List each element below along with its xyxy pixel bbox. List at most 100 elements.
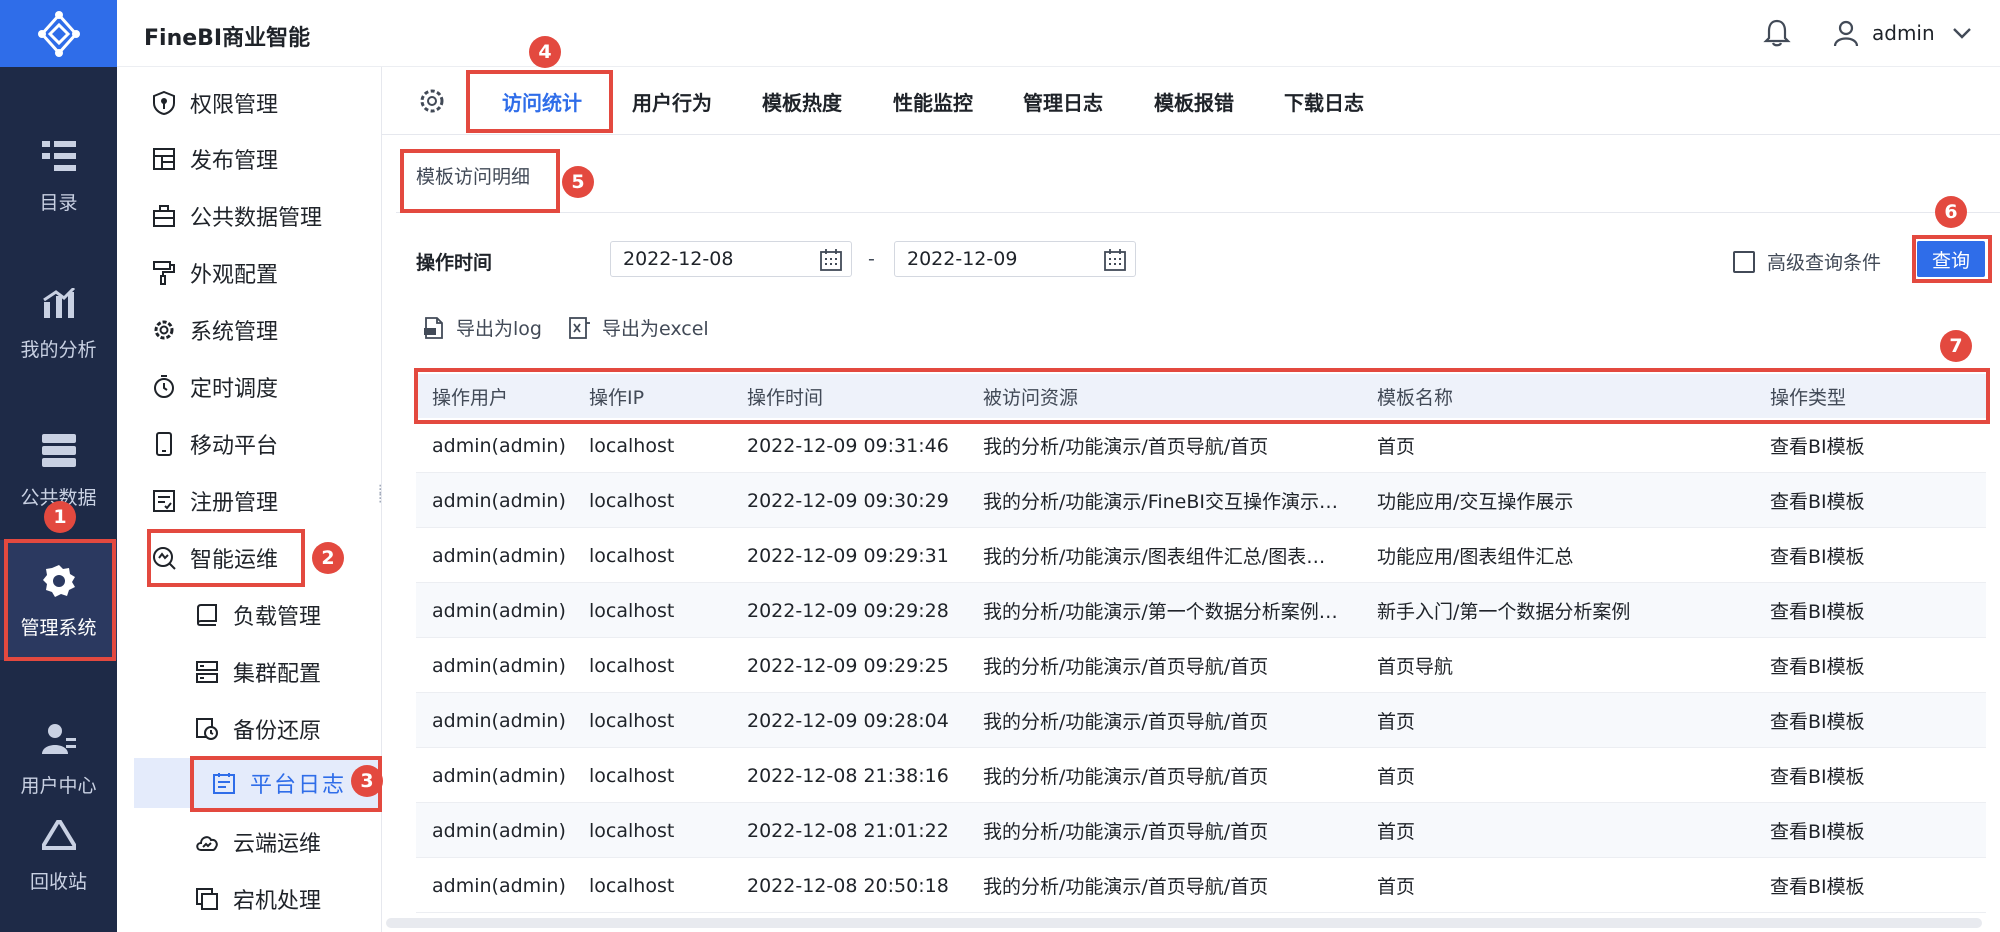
- database-icon: [39, 431, 79, 471]
- rail-item-catalog[interactable]: 目录: [0, 115, 117, 235]
- export-log-icon: [422, 316, 446, 340]
- table-cell: 2022-12-09 09:28:04: [747, 709, 949, 732]
- table-row[interactable]: admin(admin) localhost 2022-12-09 09:29:28…: [416, 583, 1986, 638]
- table-cell: 查看BI模板: [1770, 436, 1865, 458]
- table-cell: localhost: [589, 654, 675, 677]
- table-cell: 首页: [1377, 876, 1416, 898]
- sidebar-item-publish[interactable]: 发布管理: [117, 134, 382, 184]
- column-header[interactable]: 操作用户: [432, 374, 508, 418]
- settings-gear-icon[interactable]: [418, 87, 446, 115]
- divider: [396, 212, 2000, 213]
- column-header[interactable]: 被访问资源: [983, 374, 1078, 418]
- table-cell: 查看BI模板: [1770, 766, 1865, 788]
- tab-performance[interactable]: 性能监控: [893, 67, 973, 135]
- sidebar-item-schedule[interactable]: 定时调度: [117, 362, 382, 412]
- annotation-badge-1: 1: [44, 501, 76, 533]
- table-cell: localhost: [589, 874, 675, 897]
- sidebar-item-public-data-admin[interactable]: 公共数据管理: [117, 191, 382, 241]
- rail-label: 目录: [39, 191, 78, 214]
- table-cell: 我的分析/功能演示/图表组件汇总/图表…: [983, 546, 1326, 568]
- calendar-icon: [212, 771, 236, 795]
- tab-user-behavior[interactable]: 用户行为: [632, 67, 712, 135]
- app-window: 目录 我的分析 公共数据 管理系统 用户中心 回收站 FineBI商业智能 ad…: [0, 0, 2000, 932]
- table-cell: 功能应用/交互操作展示: [1377, 491, 1574, 513]
- table-cell: 查看BI模板: [1770, 491, 1865, 513]
- advanced-query-label: 高级查询条件: [1767, 252, 1882, 274]
- export-excel-button[interactable]: 导出为excel: [568, 314, 709, 341]
- sidebar-item-register[interactable]: 注册管理: [117, 476, 382, 526]
- subtab-template-detail[interactable]: 模板访问明细: [416, 162, 530, 189]
- horizontal-scrollbar[interactable]: [386, 918, 1982, 928]
- rail-item-my-analysis[interactable]: 我的分析: [0, 262, 117, 382]
- sidebar-item-label: 系统管理: [190, 320, 279, 345]
- column-header[interactable]: 操作IP: [589, 374, 644, 418]
- tab-template-error[interactable]: 模板报错: [1154, 67, 1234, 135]
- table-cell: admin(admin): [432, 709, 566, 732]
- rail-label: 我的分析: [20, 338, 97, 361]
- sidebar-subitem-crash[interactable]: 宕机处理: [117, 874, 382, 924]
- table-cell: 查看BI模板: [1770, 711, 1865, 733]
- column-header[interactable]: 操作类型: [1770, 374, 1846, 418]
- rail-item-admin-system[interactable]: 管理系统: [0, 540, 117, 660]
- table-row[interactable]: admin(admin) localhost 2022-12-09 09:30:29…: [416, 473, 1986, 528]
- table-cell: 查看BI模板: [1770, 876, 1865, 898]
- user-menu[interactable]: admin: [1832, 18, 1973, 48]
- gear-icon: [39, 561, 79, 601]
- table-row[interactable]: admin(admin) localhost 2022-12-09 09:29:31…: [416, 528, 1986, 583]
- export-excel-icon: [568, 316, 592, 340]
- table-row[interactable]: admin(admin) localhost 2022-12-08 21:01:22…: [416, 803, 1986, 858]
- end-date-input[interactable]: 2022-12-09: [894, 241, 1136, 277]
- table-row[interactable]: admin(admin) localhost 2022-12-09 09:29:25…: [416, 638, 1986, 693]
- book-icon: [195, 603, 219, 627]
- finebi-logo[interactable]: [0, 0, 117, 67]
- table-cell: 新手入门/第一个数据分析案例: [1377, 601, 1631, 623]
- recycle-icon: [39, 815, 79, 855]
- sidebar-subitem-platform-log[interactable]: 平台日志: [134, 758, 382, 808]
- sidebar-item-label: 移动平台: [190, 434, 279, 459]
- user-icon: [1832, 19, 1860, 47]
- advanced-query-checkbox[interactable]: 高级查询条件: [1733, 248, 1881, 275]
- checkbox-icon: [1733, 250, 1755, 273]
- timer-icon: [152, 375, 176, 399]
- query-button[interactable]: 查询: [1917, 241, 1985, 277]
- briefcase-icon: [152, 204, 176, 228]
- server-icon: [195, 660, 219, 684]
- sidebar-item-label: 定时调度: [190, 377, 279, 402]
- logo-icon: [37, 10, 80, 57]
- tab-download-log[interactable]: 下载日志: [1284, 67, 1364, 135]
- start-date-input[interactable]: 2022-12-08: [610, 241, 852, 277]
- sidebar-subitem-cluster[interactable]: 集群配置: [117, 647, 382, 697]
- sidebar-subitem-backup[interactable]: 备份还原: [117, 704, 382, 754]
- table-row[interactable]: admin(admin) localhost 2022-12-08 21:38:16…: [416, 748, 1986, 803]
- bell-icon[interactable]: [1762, 18, 1792, 48]
- gear-icon: [152, 318, 176, 342]
- tab-visit-stats[interactable]: 访问统计: [502, 67, 582, 135]
- tab-template-heat[interactable]: 模板热度: [762, 67, 842, 135]
- export-log-button[interactable]: 导出为log: [422, 314, 542, 341]
- calendar-icon[interactable]: [819, 248, 843, 272]
- sidebar-subitem-cloud-ops[interactable]: 云端运维: [117, 817, 382, 867]
- table-row[interactable]: admin(admin) localhost 2022-12-09 09:31:46…: [416, 418, 1986, 473]
- top-header: FineBI商业智能 admin: [117, 0, 2000, 67]
- annotation-badge-6: 6: [1935, 196, 1967, 228]
- sidebar-item-label: 智能运维: [190, 548, 279, 573]
- rail-label: 回收站: [29, 870, 87, 893]
- sidebar-item-appearance[interactable]: 外观配置: [117, 248, 382, 298]
- calendar-icon[interactable]: [1103, 248, 1127, 272]
- sidebar-subitem-load[interactable]: 负载管理: [117, 590, 382, 640]
- table-cell: 2022-12-09 09:31:46: [747, 434, 949, 457]
- table-cell: localhost: [589, 599, 675, 622]
- annotation-badge-5: 5: [562, 166, 594, 198]
- column-header[interactable]: 模板名称: [1377, 374, 1453, 418]
- table-row[interactable]: admin(admin) localhost 2022-12-08 20:50:18…: [416, 858, 1986, 913]
- column-header[interactable]: 操作时间: [747, 374, 823, 418]
- annotation-badge-4: 4: [529, 36, 561, 68]
- table-row[interactable]: admin(admin) localhost 2022-12-09 09:28:04…: [416, 693, 1986, 748]
- table-cell: localhost: [589, 709, 675, 732]
- sidebar-item-system[interactable]: 系统管理: [117, 305, 382, 355]
- tab-admin-log[interactable]: 管理日志: [1023, 67, 1103, 135]
- sidebar-item-mobile[interactable]: 移动平台: [117, 419, 382, 469]
- table-cell: 首页导航: [1377, 656, 1454, 678]
- rail-item-recycle-bin[interactable]: 回收站: [0, 794, 117, 914]
- sidebar-item-permission[interactable]: 权限管理: [117, 78, 382, 128]
